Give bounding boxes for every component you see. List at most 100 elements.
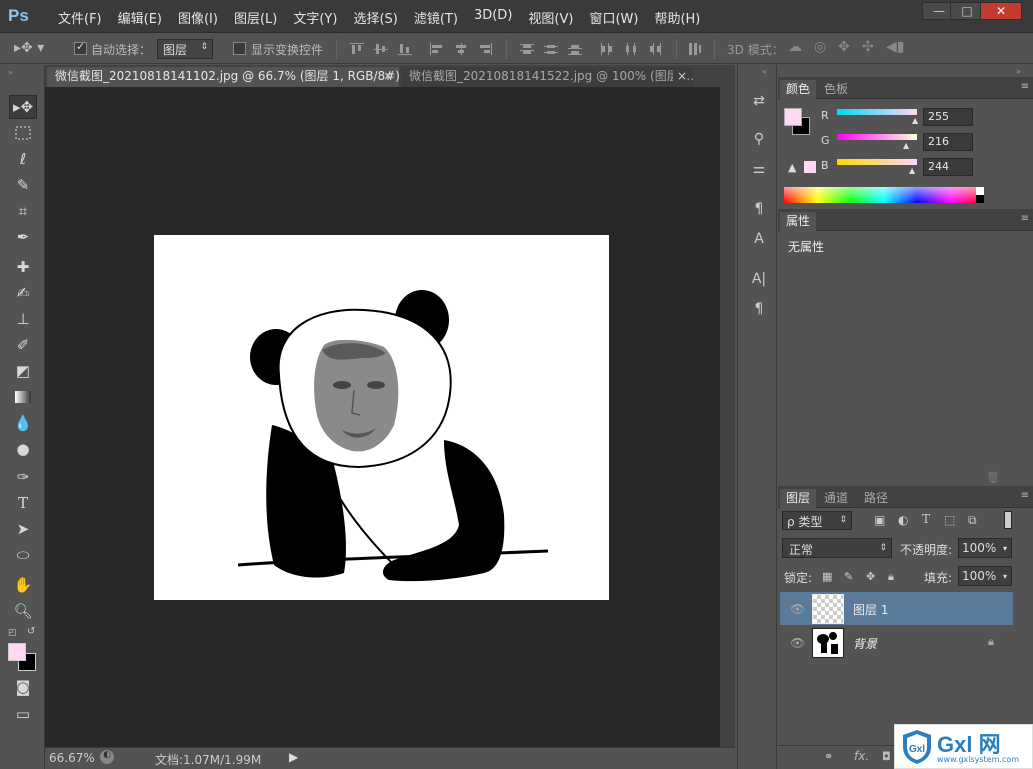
align-right-icon[interactable] bbox=[478, 43, 492, 55]
document-canvas[interactable] bbox=[154, 235, 609, 600]
menu-image[interactable]: 图像(I) bbox=[170, 8, 226, 27]
status-info-icon[interactable]: ◐ bbox=[100, 750, 114, 764]
tab-paths[interactable]: 路径 bbox=[858, 489, 894, 508]
zoom-tool-icon[interactable]: 🔍︎ bbox=[9, 599, 37, 623]
type-tool-icon[interactable]: T bbox=[9, 491, 37, 515]
gamut-color-swatch[interactable] bbox=[804, 161, 816, 173]
restore-button[interactable]: □ bbox=[950, 2, 984, 20]
green-slider-handle[interactable]: ▲ bbox=[903, 141, 909, 150]
panel-menu-icon[interactable]: ≡ bbox=[1021, 213, 1029, 224]
3d-roll-icon[interactable]: ◎ bbox=[814, 39, 826, 55]
filter-toggle-icon[interactable] bbox=[1004, 511, 1012, 529]
paragraph-styles-icon[interactable]: A bbox=[748, 231, 770, 251]
distribute-hcenter-icon[interactable] bbox=[624, 43, 638, 55]
menu-layer[interactable]: 图层(L) bbox=[226, 8, 285, 27]
brush-presets-icon[interactable]: ⚌ bbox=[748, 161, 770, 181]
hand-tool-icon[interactable]: ✋ bbox=[9, 573, 37, 597]
red-slider-handle[interactable]: ▲ bbox=[912, 116, 918, 125]
filter-pixel-icon[interactable]: ▣ bbox=[874, 513, 885, 527]
lock-pixels-icon[interactable]: ✎ bbox=[844, 570, 853, 583]
collapse-arrows-icon[interactable]: » bbox=[8, 68, 13, 77]
menu-type[interactable]: 文字(Y) bbox=[285, 8, 345, 27]
character-panel-icon[interactable]: A| bbox=[748, 271, 770, 291]
green-value[interactable]: 216 bbox=[923, 133, 973, 151]
link-layers-icon[interactable]: ⚭ bbox=[824, 750, 833, 763]
brush-tool-icon[interactable]: ✍ bbox=[9, 281, 37, 305]
ellipse-tool-icon[interactable]: ⬭ bbox=[9, 543, 37, 567]
red-slider[interactable] bbox=[837, 109, 917, 115]
tab-properties[interactable]: 属性 bbox=[780, 212, 817, 231]
zoom-level[interactable]: 66.67% bbox=[49, 751, 95, 765]
fx-icon[interactable]: fx. bbox=[854, 749, 869, 763]
dodge-tool-icon[interactable]: ● bbox=[9, 437, 37, 461]
visibility-eye-icon[interactable]: 👁︎ bbox=[790, 602, 805, 616]
auto-align-icon[interactable] bbox=[688, 43, 702, 55]
paragraph-panel-icon[interactable]: ¶ bbox=[748, 301, 770, 321]
layer-name[interactable]: 背景 bbox=[853, 635, 877, 652]
menu-filter[interactable]: 滤镜(T) bbox=[406, 8, 466, 27]
vertical-scrollbar[interactable] bbox=[720, 87, 735, 747]
panel-menu-icon[interactable]: ≡ bbox=[1021, 490, 1029, 501]
white-swatch[interactable] bbox=[976, 187, 984, 195]
black-swatch[interactable] bbox=[976, 195, 984, 203]
foreground-color-swatch[interactable] bbox=[8, 643, 26, 661]
filter-adjustment-icon[interactable]: ◐ bbox=[898, 513, 908, 527]
opacity-input[interactable]: 100% ▾ bbox=[958, 538, 1012, 558]
tab-document-2[interactable]: 微信截图_20210818141522.jpg @ 100% (图层 ... × bbox=[401, 67, 693, 87]
menu-view[interactable]: 视图(V) bbox=[520, 8, 581, 27]
align-bottom-icon[interactable] bbox=[398, 43, 412, 55]
distribute-vcenter-icon[interactable] bbox=[544, 43, 558, 55]
add-mask-icon[interactable]: ◘ bbox=[882, 750, 891, 763]
lasso-tool-icon[interactable]: ℓ bbox=[9, 147, 37, 171]
screen-mode-icon[interactable]: ▭ bbox=[9, 702, 37, 726]
close-tab-icon[interactable]: × bbox=[383, 67, 393, 86]
eraser-tool-icon[interactable]: ◩ bbox=[9, 359, 37, 383]
default-colors-icon[interactable]: ◰ bbox=[8, 628, 17, 638]
filter-type-icon[interactable]: T bbox=[922, 512, 930, 526]
distribute-top-icon[interactable] bbox=[520, 43, 534, 55]
foreground-color-swatch[interactable] bbox=[784, 108, 802, 126]
distribute-bottom-icon[interactable] bbox=[568, 43, 582, 55]
menu-help[interactable]: 帮助(H) bbox=[646, 8, 708, 27]
tab-color[interactable]: 颜色 bbox=[780, 80, 817, 99]
tab-swatches[interactable]: 色板 bbox=[818, 80, 854, 99]
menu-edit[interactable]: 编辑(E) bbox=[110, 8, 170, 27]
tab-layers[interactable]: 图层 bbox=[780, 489, 817, 508]
brush-panel-icon[interactable]: ⚲ bbox=[748, 131, 770, 151]
filter-smart-object-icon[interactable]: ⧉ bbox=[968, 513, 977, 528]
tab-channels[interactable]: 通道 bbox=[818, 489, 854, 508]
filter-shape-icon[interactable]: ⬚ bbox=[944, 513, 955, 527]
distribute-right-icon[interactable] bbox=[648, 43, 662, 55]
color-spectrum-bar[interactable] bbox=[784, 187, 984, 203]
layer-row-background[interactable]: 👁︎ 背景 🔒︎ bbox=[780, 626, 1013, 659]
lock-all-icon[interactable]: 🔒︎ bbox=[888, 570, 894, 584]
blur-tool-icon[interactable]: 💧 bbox=[9, 411, 37, 435]
collapse-arrows-icon[interactable]: » bbox=[1016, 67, 1021, 76]
character-styles-icon[interactable]: ¶ bbox=[748, 201, 770, 221]
distribute-left-icon[interactable] bbox=[600, 43, 614, 55]
quick-select-tool-icon[interactable]: ✎ bbox=[9, 173, 37, 197]
auto-select-checkbox[interactable]: ✓ bbox=[74, 40, 87, 55]
collapse-arrows-icon[interactable]: « bbox=[762, 67, 767, 76]
history-panel-icon[interactable]: ⇄ bbox=[748, 93, 770, 113]
3d-drag-icon[interactable]: ✥ bbox=[838, 39, 850, 55]
blue-slider[interactable] bbox=[837, 159, 917, 165]
align-hcenter-icon[interactable] bbox=[454, 43, 468, 55]
trash-icon[interactable]: 🗑︎ bbox=[986, 471, 1000, 484]
blue-slider-handle[interactable]: ▲ bbox=[909, 166, 915, 175]
menu-3d[interactable]: 3D(D) bbox=[466, 8, 520, 27]
move-tool-preset-icon[interactable]: ▸✥ ▾ bbox=[14, 40, 44, 56]
panel-menu-icon[interactable]: ≡ bbox=[1021, 81, 1029, 92]
3d-scale-icon[interactable]: ◀▮ bbox=[886, 39, 904, 55]
layer-name[interactable]: 图层 1 bbox=[853, 601, 888, 618]
layer-filter-dropdown[interactable]: ρ 类型 ⇕ bbox=[782, 511, 852, 530]
fill-input[interactable]: 100% ▾ bbox=[958, 566, 1012, 586]
visibility-eye-icon[interactable]: 👁︎ bbox=[790, 636, 805, 650]
move-tool-icon[interactable]: ▸✥ bbox=[9, 95, 37, 119]
clone-stamp-tool-icon[interactable]: ⊥ bbox=[9, 307, 37, 331]
gradient-tool-icon[interactable] bbox=[9, 385, 37, 409]
red-value[interactable]: 255 bbox=[923, 108, 973, 126]
layer-row-layer1[interactable]: 👁︎ 图层 1 bbox=[780, 592, 1013, 625]
3d-slide-icon[interactable]: ✣ bbox=[862, 39, 874, 55]
eyedropper-tool-icon[interactable]: ✒ bbox=[9, 225, 37, 249]
